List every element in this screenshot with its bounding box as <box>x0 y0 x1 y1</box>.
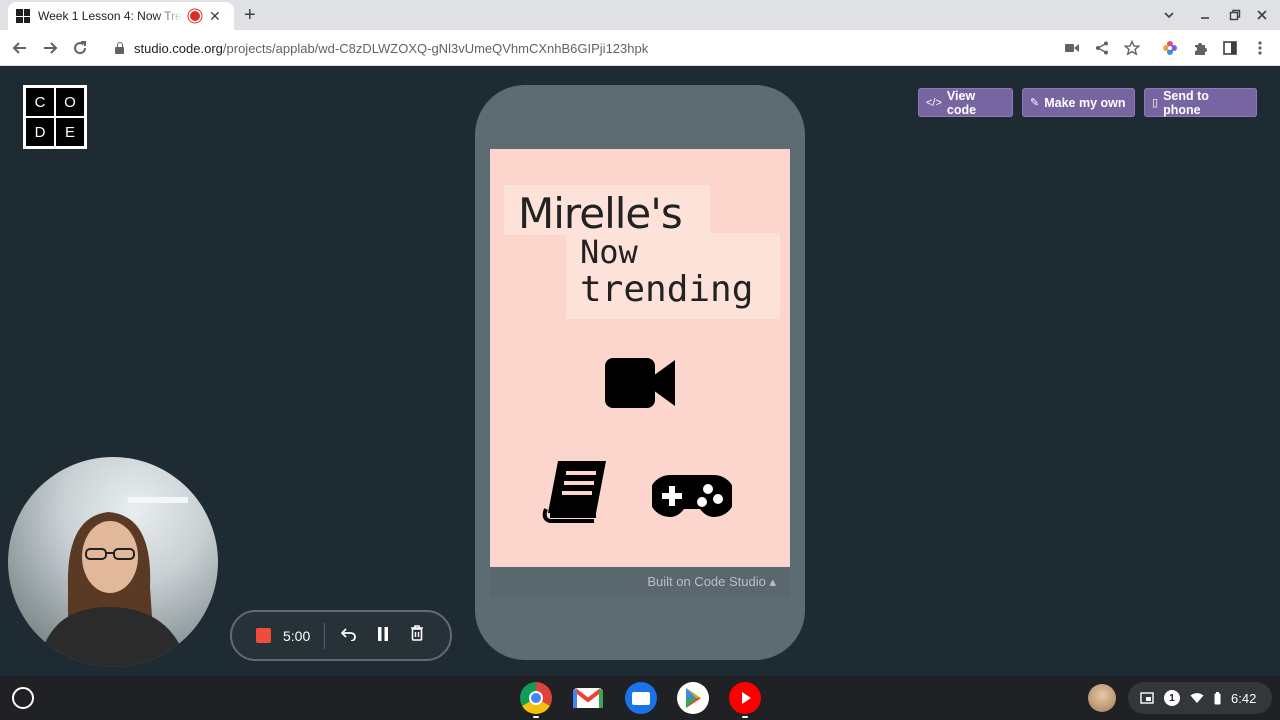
mobile-phone-icon: ▯ <box>1152 97 1159 109</box>
battery-icon[interactable] <box>1214 691 1221 705</box>
restore-icon[interactable] <box>1229 9 1241 21</box>
presenter-figure <box>38 497 188 667</box>
view-code-label: View code <box>946 88 977 117</box>
pause-icon[interactable] <box>373 626 393 646</box>
code-org-favicon-icon <box>16 9 30 23</box>
logo-letter: D <box>26 118 54 146</box>
screen-recorder-controls: 5:00 <box>230 610 452 661</box>
screen-capture-icon[interactable] <box>1140 692 1154 704</box>
url-host: studio.code.org <box>134 40 223 56</box>
browser-tab[interactable]: Week 1 Lesson 4: Now Trending ✕ <box>8 2 234 30</box>
send-to-phone-label: Send to phone <box>1163 88 1209 117</box>
tab-close-button[interactable]: ✕ <box>209 8 221 25</box>
tab-title: Week 1 Lesson 4: Now Trending <box>38 9 184 23</box>
user-avatar[interactable] <box>1088 684 1116 712</box>
make-my-own-label: Make my own <box>1044 95 1126 110</box>
code-brackets-icon: </> <box>926 96 942 109</box>
play-store-icon[interactable] <box>677 682 709 714</box>
phone-frame: Mirelle's Now trending Built on Code Stu… <box>475 85 805 660</box>
side-panel-icon[interactable] <box>1220 38 1240 58</box>
camera-icon[interactable] <box>1062 38 1082 58</box>
back-arrow-icon[interactable] <box>8 36 32 60</box>
recording-indicator-icon <box>190 11 200 21</box>
browser-toolbar: studio.code.org/projects/applab/wd-C8zDL… <box>0 30 1280 66</box>
forward-arrow-icon[interactable] <box>38 36 62 60</box>
puzzle-icon[interactable] <box>1190 38 1210 58</box>
trash-icon[interactable] <box>407 625 427 646</box>
tab-strip: Week 1 Lesson 4: Now Trending ✕ + <box>0 0 1280 30</box>
reload-icon[interactable] <box>68 36 92 60</box>
address-bar[interactable]: studio.code.org/projects/applab/wd-C8zDL… <box>102 33 1150 63</box>
built-on-code-studio-link[interactable]: Built on Code Studio ▴ <box>490 567 790 597</box>
code-org-logo[interactable]: C O D E <box>23 85 87 149</box>
app-screen: Mirelle's Now trending <box>490 149 790 567</box>
stop-icon[interactable] <box>256 628 271 643</box>
edit-icon: ✎ <box>1030 97 1040 109</box>
app-title: Mirelle's <box>518 189 683 238</box>
gmail-icon[interactable] <box>572 682 604 714</box>
send-to-phone-button[interactable]: ▯ Send to phone <box>1144 88 1257 117</box>
close-icon[interactable] <box>1256 9 1268 21</box>
app-tagline-line1: Now <box>580 233 638 271</box>
launcher-icon[interactable] <box>12 687 34 709</box>
book-icon[interactable] <box>540 459 610 523</box>
clock-time: 6:42 <box>1231 690 1257 706</box>
minimize-icon[interactable] <box>1199 9 1211 21</box>
star-icon[interactable] <box>1122 38 1142 58</box>
logo-letter: C <box>26 88 54 116</box>
view-code-button[interactable]: </> View code <box>918 88 1013 117</box>
app-tagline-line2: trending <box>580 269 754 310</box>
youtube-icon[interactable] <box>729 682 761 714</box>
recording-timer: 5:00 <box>283 627 311 644</box>
divider <box>324 622 326 649</box>
share-icon[interactable] <box>1092 38 1112 58</box>
webcam-preview <box>8 457 218 667</box>
url-path: /projects/applab/wd-C8zDLWZOXQ-gNl3vUmeQ… <box>222 40 649 56</box>
os-shelf: 1 6:42 <box>0 676 1280 720</box>
undo-icon[interactable] <box>339 626 359 646</box>
gamepad-icon[interactable] <box>652 473 732 519</box>
logo-letter: E <box>56 118 84 146</box>
wifi-icon[interactable] <box>1190 692 1204 704</box>
active-app-indicator <box>742 716 748 718</box>
logo-letter: O <box>56 88 84 116</box>
make-my-own-button[interactable]: ✎ Make my own <box>1022 88 1135 117</box>
chevron-down-icon[interactable] <box>1163 9 1175 21</box>
notification-count-badge[interactable]: 1 <box>1164 690 1180 706</box>
chrome-icon[interactable] <box>520 682 552 714</box>
more-vert-icon[interactable] <box>1250 38 1270 58</box>
extension-flower-icon[interactable] <box>1160 38 1180 58</box>
status-tray[interactable]: 1 6:42 <box>1128 682 1272 714</box>
active-app-indicator <box>533 716 539 718</box>
video-camera-icon[interactable] <box>604 356 676 410</box>
files-icon[interactable] <box>625 682 657 714</box>
page-content: C O D E </> View code ✎ Make my own ▯ Se… <box>0 67 1280 676</box>
lock-icon[interactable] <box>114 42 125 54</box>
new-tab-button[interactable]: + <box>244 4 256 27</box>
